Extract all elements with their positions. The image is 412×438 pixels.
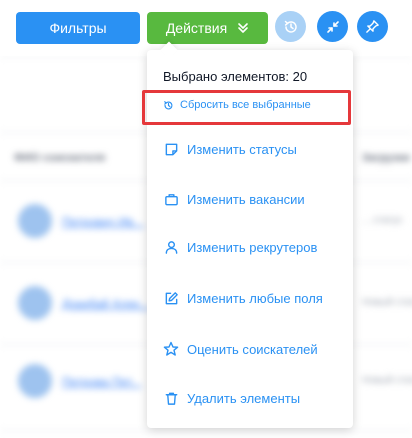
- menu-item-delete-elements[interactable]: Удалить элементы: [163, 387, 300, 409]
- row-meta: Новый статус: [362, 375, 412, 386]
- menu-item-label: Удалить элементы: [187, 390, 301, 406]
- menu-item-label: Изменить рекрутеров: [187, 239, 318, 255]
- menu-item-label: Изменить вакансии: [187, 191, 305, 207]
- menu-item-change-statuses[interactable]: Изменить статусы: [163, 138, 297, 160]
- actions-button-label: Действия: [165, 20, 228, 36]
- menu-item-label: Оценить соискателей: [187, 341, 318, 357]
- menu-item-label: Изменить любые поля: [187, 290, 323, 306]
- row-meta: ... статус: [362, 215, 403, 226]
- note-icon: [163, 141, 179, 157]
- menu-item-change-any-fields[interactable]: Изменить любые поля: [163, 287, 323, 309]
- pin-button[interactable]: [357, 11, 388, 42]
- column-header-extra: Загрузки: [362, 152, 410, 164]
- edit-icon: [163, 290, 179, 306]
- avatar: [18, 204, 52, 238]
- user-icon: [163, 239, 179, 255]
- applicant-link: Петрович Ив...: [62, 215, 144, 229]
- applicant-link: Петрова Пет...: [62, 375, 142, 389]
- history-button[interactable]: [275, 11, 306, 42]
- menu-item-label: Изменить статусы: [187, 141, 297, 157]
- reset-selection-label: Сбросить все выбранные: [180, 99, 311, 111]
- menu-item-rate-applicants[interactable]: Оценить соискателей: [163, 338, 318, 360]
- actions-button[interactable]: Действия: [147, 12, 268, 44]
- row-meta: Новый статус: [362, 297, 412, 308]
- double-chevron-down-icon: [237, 22, 249, 34]
- menu-item-change-vacancies[interactable]: Изменить вакансии: [163, 188, 305, 210]
- avatar: [18, 286, 52, 320]
- pin-icon: [365, 19, 380, 34]
- trash-icon: [163, 390, 179, 406]
- briefcase-icon: [163, 191, 179, 207]
- reset-selection-link[interactable]: Сбросить все выбранные: [163, 96, 311, 114]
- divider: [0, 430, 412, 431]
- history-icon: [283, 19, 299, 35]
- menu-item-change-recruiters[interactable]: Изменить рекрутеров: [163, 236, 317, 258]
- history-icon: [163, 100, 174, 111]
- star-icon: [163, 341, 179, 357]
- avatar: [18, 364, 52, 398]
- collapse-icon: [326, 20, 340, 34]
- toolbar: Фильтры Действия: [0, 0, 412, 56]
- applicant-link: Докибай Алек...: [62, 297, 150, 311]
- selected-count-label: Выбрано элементов: 20: [163, 69, 308, 84]
- filters-button[interactable]: Фильтры: [16, 12, 140, 44]
- actions-dropdown-menu: Выбрано элементов: 20 Сбросить все выбра…: [147, 41, 353, 428]
- column-header-applicant: ФИО соискателя: [14, 152, 106, 164]
- collapse-button[interactable]: [317, 11, 348, 42]
